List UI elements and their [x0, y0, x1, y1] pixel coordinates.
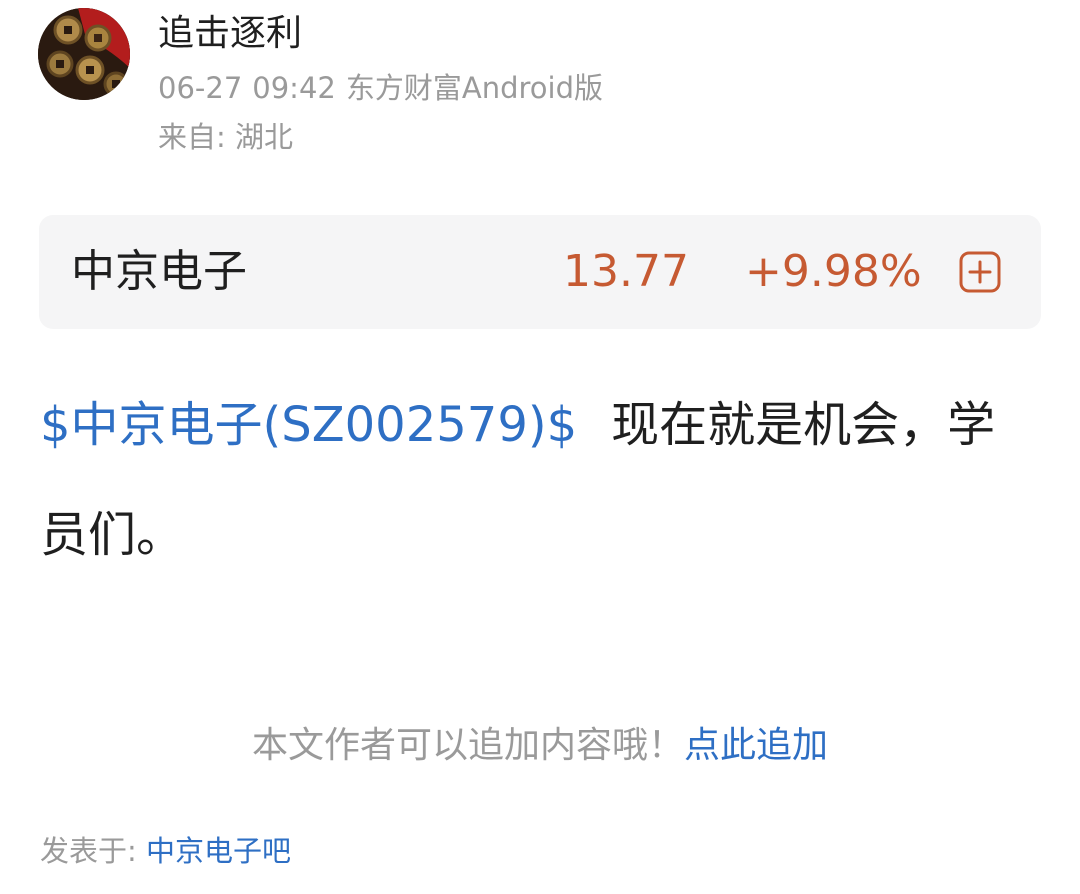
post-meta: 06-27 09:42 东方财富Android版 [158, 70, 603, 106]
stock-name: 中京电子 [71, 246, 247, 297]
post-source: 东方财富Android版 [345, 71, 603, 105]
append-content-hint: 本文作者可以追加内容哦！点此追加 [0, 722, 1080, 770]
post-time: 09:42 [252, 71, 336, 105]
post-location: 来自: 湖北 [158, 120, 293, 154]
coins-avatar-icon [38, 8, 130, 100]
stock-bar-link[interactable]: 中京电子吧 [146, 834, 291, 868]
plus-square-icon [959, 251, 1001, 293]
author-avatar[interactable] [38, 8, 130, 100]
append-content-link[interactable]: 点此追加 [684, 725, 828, 766]
stock-change-percent: +9.98% [745, 246, 922, 297]
posted-in: 发表于: 中京电子吧 [40, 832, 291, 870]
add-to-watchlist-button[interactable] [958, 250, 1002, 294]
post-date: 06-27 [158, 71, 243, 105]
author-name[interactable]: 追击逐利 [158, 12, 302, 56]
append-hint-text: 本文作者可以追加内容哦！ [251, 725, 684, 766]
stock-quote-card[interactable]: 中京电子 13.77 +9.98% [39, 215, 1041, 329]
stock-price: 13.77 [563, 246, 689, 297]
stock-mention-link[interactable]: $中京电子(SZ002579)$ [40, 397, 577, 453]
posted-in-label: 发表于: [40, 834, 137, 868]
post-content: $中京电子(SZ002579)$ 现在就是机会，学员们。 [40, 370, 1000, 590]
